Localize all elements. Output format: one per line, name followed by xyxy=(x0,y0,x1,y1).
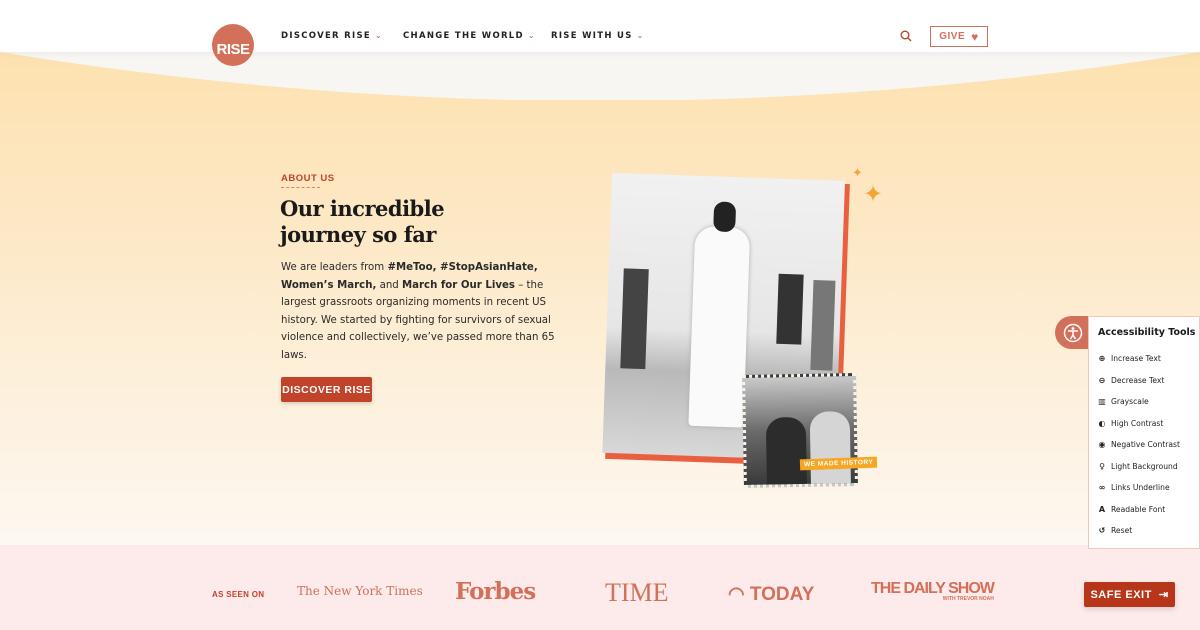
accessibility-item[interactable]: ▥ Grayscale xyxy=(1089,391,1199,413)
accessibility-item[interactable]: ◉ Negative Contrast xyxy=(1089,434,1199,456)
text: and xyxy=(376,279,402,291)
item-label: Light Background xyxy=(1111,461,1178,471)
inset-photo xyxy=(742,373,858,488)
site-header: DISCOVER RISE ⌄ CHANGE THE WORLD ⌄ RISE WI… xyxy=(0,0,1200,52)
link-icon: ∞ xyxy=(1098,483,1106,493)
item-label: High Contrast xyxy=(1111,418,1164,428)
intro-paragraph: We are leaders from #MeToo, #StopAsianHa… xyxy=(281,259,561,364)
accessibility-icon xyxy=(1063,323,1083,342)
safe-exit-label: SAFE EXIT xyxy=(1090,588,1152,601)
sparkle-icon: ✦ xyxy=(852,166,863,181)
barcode-icon: ▥ xyxy=(1098,397,1106,407)
eyebrow: ABOUT US xyxy=(281,173,335,184)
nav-change-the-world[interactable]: CHANGE THE WORLD ⌄ xyxy=(403,31,536,41)
sparkle-icon: ✦ xyxy=(863,180,884,208)
nav-label: RISE WITH US xyxy=(551,31,633,41)
safe-exit-button[interactable]: SAFE EXIT ⇥ xyxy=(1084,582,1175,607)
text: We are leaders from xyxy=(281,262,388,273)
nav-label: CHANGE THE WORLD xyxy=(403,31,524,41)
press-logo-nyt: The New York Times xyxy=(297,584,423,598)
title-line: journey so far xyxy=(280,222,436,247)
press-logo-forbes: Forbes xyxy=(455,578,536,605)
item-label: Negative Contrast xyxy=(1111,440,1180,450)
item-label: Links Underline xyxy=(1111,483,1170,493)
font-icon: A xyxy=(1098,504,1106,514)
contrast-icon: ◐ xyxy=(1098,418,1106,428)
accessibility-item[interactable]: ⊕ Increase Text xyxy=(1089,348,1199,370)
logo-text: RISE xyxy=(216,40,250,58)
lightbulb-icon: ♀ xyxy=(1099,461,1105,471)
zoom-out-icon: ⊖ xyxy=(1098,375,1106,385)
give-label: GIVE xyxy=(939,31,966,42)
rise-logo[interactable]: RISE xyxy=(212,24,254,66)
rainbow-icon: ◠ xyxy=(728,584,750,605)
chevron-down-icon: ⌄ xyxy=(636,31,645,40)
item-label: Decrease Text xyxy=(1111,375,1165,385)
nav-discover-rise[interactable]: DISCOVER RISE ⌄ xyxy=(281,31,383,41)
nav-label: DISCOVER RISE xyxy=(281,31,372,41)
nav-rise-with-us[interactable]: RISE WITH US ⌄ xyxy=(551,31,645,41)
item-label: Reset xyxy=(1111,526,1133,536)
text: – the largest grassroots organizing mome… xyxy=(281,279,555,361)
bold-text: March for Our Lives xyxy=(402,279,515,291)
search-icon[interactable] xyxy=(900,30,912,42)
press-band xyxy=(0,545,1200,630)
page-title: Our incredible journey so far xyxy=(280,196,445,248)
exit-icon: ⇥ xyxy=(1158,589,1169,601)
discover-rise-button[interactable]: DISCOVER RISE xyxy=(281,377,372,402)
press-text: THE DAILY SHOW xyxy=(871,580,995,597)
press-text: TODAY xyxy=(749,584,815,605)
press-logo-time: TIME xyxy=(605,578,669,607)
as-seen-on-label: AS SEEN ON xyxy=(212,590,265,599)
accessibility-item[interactable]: ⊖ Decrease Text xyxy=(1089,370,1199,392)
accessibility-item[interactable]: ◐ High Contrast xyxy=(1089,413,1199,435)
accessibility-panel: Accessibility Tools ⊕ Increase Text ⊖ Decre… xyxy=(1088,316,1200,549)
title-line: Our incredible xyxy=(280,196,445,221)
reset-icon: ↺ xyxy=(1098,526,1106,536)
item-label: Increase Text xyxy=(1111,354,1161,364)
accessibility-item[interactable]: ↺ Reset xyxy=(1089,520,1199,542)
heart-icon: ♥ xyxy=(971,29,979,44)
accessibility-item[interactable]: ♀ Light Background xyxy=(1089,456,1199,478)
eyebrow-divider xyxy=(281,187,320,188)
press-logo-daily-show: THE DAILY SHOW WITH TREVOR NOAH xyxy=(871,580,995,603)
zoom-in-icon: ⊕ xyxy=(1098,354,1106,364)
accessibility-item[interactable]: A Readable Font xyxy=(1089,499,1199,521)
item-label: Readable Font xyxy=(1111,504,1166,514)
panel-title: Accessibility Tools xyxy=(1098,327,1196,338)
chevron-down-icon: ⌄ xyxy=(527,31,536,40)
press-logo-today: ◠ TODAY xyxy=(728,583,814,606)
eye-icon: ◉ xyxy=(1098,440,1106,450)
accessibility-toggle[interactable] xyxy=(1055,316,1091,349)
item-label: Grayscale xyxy=(1111,397,1149,407)
chevron-down-icon: ⌄ xyxy=(375,31,384,40)
accessibility-item[interactable]: ∞ Links Underline xyxy=(1089,477,1199,499)
give-button[interactable]: GIVE ♥ xyxy=(930,26,988,47)
